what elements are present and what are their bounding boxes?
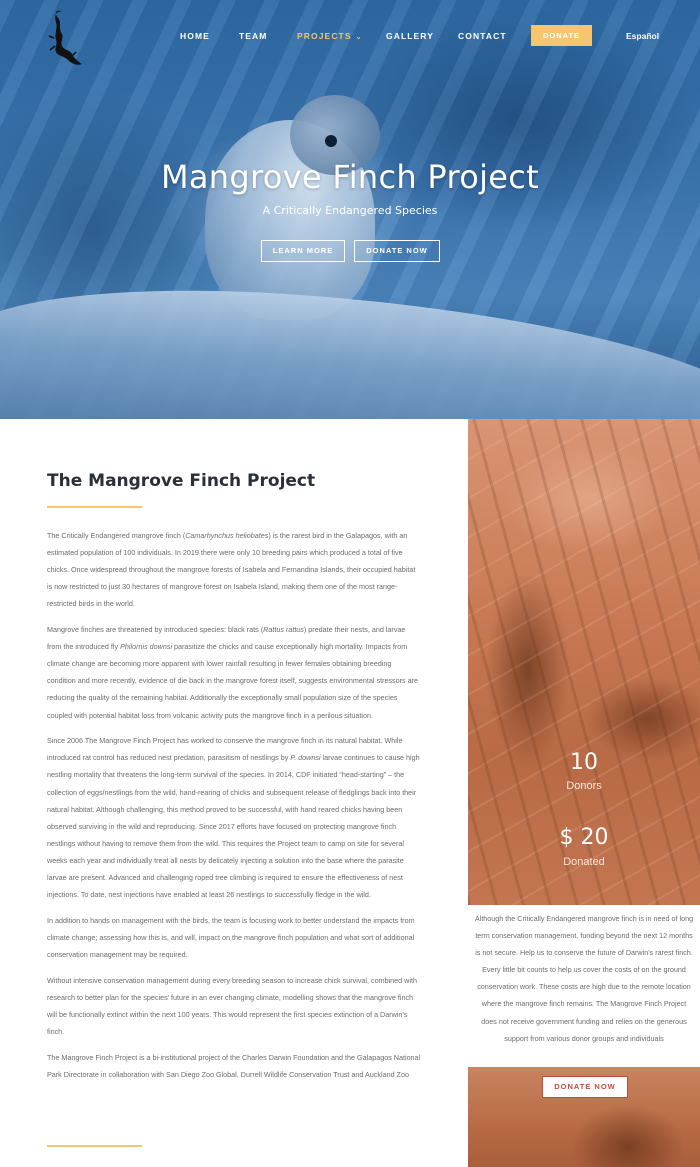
nav-contact[interactable]: CONTACT (458, 28, 507, 44)
paragraph-2: Mangrove finches are threatened by intro… (47, 621, 421, 724)
hero-title: Mangrove Finch Project (160, 158, 540, 196)
nav-team[interactable]: TEAM (239, 28, 267, 44)
finch-image-eye (325, 135, 337, 147)
main-navigation: HOME TEAM PROJECTS ⌄ GALLERY CONTACT (0, 28, 700, 48)
paragraph-6: The Mangrove Finch Project is a bi-insti… (47, 1049, 421, 1083)
paragraph-text: Mangrove finches are threatened by intro… (47, 625, 264, 635)
chevron-down-icon: ⌄ (355, 34, 363, 41)
hero-banner: HOME TEAM PROJECTS ⌄ GALLERY CONTACT DONA… (0, 0, 700, 419)
donated-amount: $ 20 (468, 825, 700, 850)
donors-label: Donors (566, 780, 602, 792)
main-content: The Mangrove Finch Project The Criticall… (0, 419, 468, 1167)
species-name: Camarhynchus heliobates (185, 531, 269, 540)
paragraph-text: Without intensive conservation managemen… (47, 975, 417, 1036)
title-divider (47, 506, 142, 508)
section-title: The Mangrove Finch Project (47, 471, 316, 491)
nav-donate-button[interactable]: DONATE (531, 25, 592, 46)
donors-count: 10 (570, 750, 598, 775)
paragraph-text: The Mangrove Finch Project is a bi-insti… (47, 1052, 421, 1079)
donated-value: 20 (580, 825, 609, 850)
paragraph-1: The Critically Endangered mangrove finch… (47, 527, 421, 612)
nav-gallery[interactable]: GALLERY (386, 28, 434, 44)
paragraph-4: In addition to hands on management with … (47, 912, 421, 963)
paragraph-text: parasitize the chicks and cause exceptio… (47, 642, 419, 720)
donation-appeal-text: Although the Critically Endangered mangr… (468, 905, 700, 1067)
species-name: Rattus rattus (263, 625, 304, 635)
donated-label: Donated (563, 856, 605, 868)
species-name: Philornis downsi (120, 642, 173, 652)
paragraph-3: Since 2006 The Mangrove Finch Project ha… (47, 732, 421, 903)
paragraph-text: larvae continues to cause high nestling … (47, 753, 420, 900)
currency-symbol: $ (559, 825, 574, 850)
language-switch-link[interactable]: Español (626, 28, 659, 44)
hero-subtitle: A Critically Endangered Species (262, 204, 438, 217)
nav-projects[interactable]: PROJECTS ⌄ (297, 28, 363, 46)
bottom-divider (47, 1145, 142, 1147)
learn-more-button[interactable]: LEARN MORE (261, 240, 345, 262)
paragraph-text: ) is the rarest bird in the Galapagos, w… (47, 531, 416, 609)
paragraph-5: Without intensive conservation managemen… (47, 972, 421, 1040)
article-body: The Critically Endangered mangrove finch… (47, 527, 421, 1091)
nav-projects-label: PROJECTS (297, 31, 352, 41)
paragraph-text: In addition to hands on management with … (47, 915, 415, 959)
sidebar-donate-now-button[interactable]: DONATE NOW (542, 1076, 628, 1098)
nav-home[interactable]: HOME (180, 28, 210, 44)
hero-donate-now-button[interactable]: DONATE NOW (354, 240, 440, 262)
paragraph-text: The Critically Endangered mangrove finch… (47, 531, 186, 540)
species-name: P. downsi (290, 753, 321, 763)
